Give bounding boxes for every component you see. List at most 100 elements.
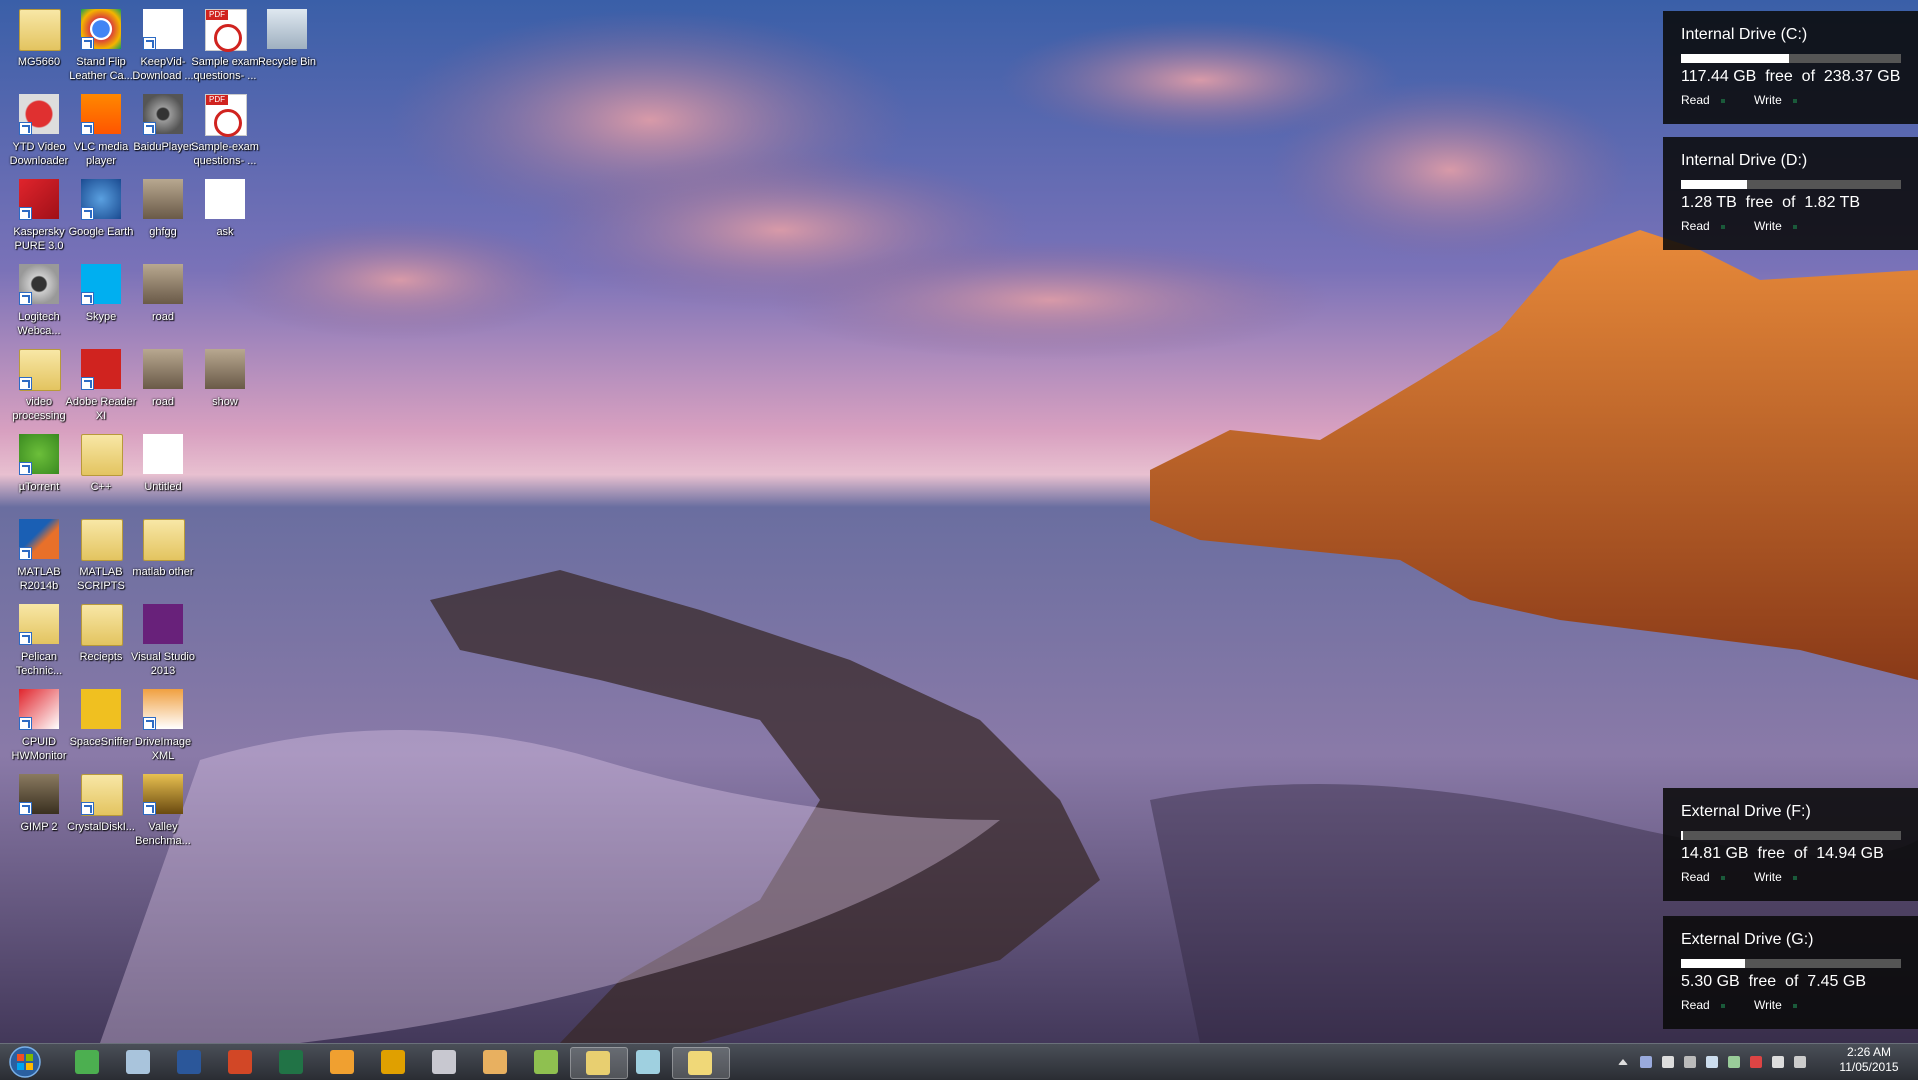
drive-gadget[interactable]: Internal Drive (C:) 117.44 GB free of 238… <box>1663 11 1918 124</box>
network-device-icon[interactable] <box>1684 1056 1696 1068</box>
taskbar-button[interactable] <box>519 1047 575 1077</box>
write-label: Write <box>1754 870 1782 884</box>
taskbar-button[interactable] <box>213 1047 269 1077</box>
notepad-plus-taskbar-icon <box>534 1050 558 1074</box>
shortcut-arrow-icon <box>19 377 32 390</box>
shortcut-arrow-icon <box>81 122 94 135</box>
read-activity-led <box>1721 876 1725 880</box>
taskbar-button[interactable] <box>570 1047 628 1079</box>
explorer-taskbar-icon <box>586 1051 610 1075</box>
desktop-icon-label: road <box>151 311 175 323</box>
start-button[interactable] <box>4 1045 46 1079</box>
read-label: Read <box>1681 93 1710 107</box>
security-icon[interactable] <box>1750 1056 1762 1068</box>
desktop-icon-label: matlab other <box>132 566 194 578</box>
clock-time: 2:26 AM <box>1846 1045 1892 1059</box>
drive-gadget[interactable]: External Drive (F:) 14.81 GB free of 14.9… <box>1663 788 1918 901</box>
taskbar-button[interactable] <box>468 1047 524 1077</box>
puzzle-icon <box>81 689 121 729</box>
taskbar-button[interactable] <box>315 1047 371 1077</box>
drive-gadget[interactable]: External Drive (G:) 5.30 GB free of 7.45 … <box>1663 916 1918 1029</box>
drive-title: Internal Drive (C:) <box>1681 26 1808 43</box>
network-icon[interactable] <box>1794 1056 1806 1068</box>
clock-date: 11/05/2015 <box>1839 1060 1899 1074</box>
droplet-icon[interactable] <box>1640 1056 1652 1068</box>
image-icon <box>143 349 183 389</box>
show-hidden-icons-icon[interactable] <box>1618 1059 1628 1065</box>
desktop-icon-label: Valley Benchma... <box>135 821 191 847</box>
desktop-icon-label: Untitled <box>144 481 182 493</box>
taskbar-button[interactable] <box>621 1047 677 1077</box>
taskbar-button[interactable] <box>162 1047 218 1077</box>
shortcut-arrow-icon <box>19 462 32 475</box>
write-label: Write <box>1754 219 1782 233</box>
folder-icon <box>81 434 123 476</box>
drive-usage-bar <box>1681 54 1901 63</box>
action-center-flag-icon[interactable] <box>1662 1056 1674 1068</box>
shortcut-arrow-icon <box>81 37 94 50</box>
visual-studio-icon <box>143 604 183 644</box>
drive-title: External Drive (G:) <box>1681 931 1814 948</box>
folder-taskbar-icon <box>688 1051 712 1075</box>
drive-size-text: 5.30 GB free of 7.45 GB <box>1681 973 1866 990</box>
image-icon <box>143 179 183 219</box>
shortcut-arrow-icon <box>81 802 94 815</box>
pdf-icon: PDF <box>205 9 247 52</box>
folder-icon <box>81 519 123 561</box>
taskbar <box>0 1043 1918 1080</box>
paint-taskbar-icon <box>483 1050 507 1074</box>
desktop-wallpaper <box>0 0 1918 1079</box>
read-label: Read <box>1681 870 1710 884</box>
folder-icon <box>19 9 61 51</box>
desktop-icon[interactable]: Valley Benchma... <box>124 768 202 870</box>
write-activity-led <box>1793 876 1797 880</box>
media-player-taskbar-icon <box>330 1050 354 1074</box>
document-icon <box>143 434 183 474</box>
shortcut-arrow-icon <box>143 802 156 815</box>
drive-usage-fill <box>1681 959 1745 968</box>
drive-usage-fill <box>1681 180 1747 189</box>
powerpoint-taskbar-icon <box>228 1050 252 1074</box>
desktop-icon-label: Sample-exam questions- ... <box>191 141 259 167</box>
shortcut-arrow-icon <box>81 292 94 305</box>
taskbar-button[interactable] <box>111 1047 167 1077</box>
safely-remove-icon[interactable] <box>1706 1056 1718 1068</box>
taskbar-clock[interactable]: 2:26 AM 11/05/2015 <box>1826 1045 1912 1075</box>
drive-title: External Drive (F:) <box>1681 803 1811 820</box>
read-label: Read <box>1681 998 1710 1012</box>
pdf-icon: PDF <box>205 94 247 137</box>
drive-title: Internal Drive (D:) <box>1681 152 1808 169</box>
shortcut-arrow-icon <box>143 717 156 730</box>
desktop-icon-label: DriveImage XML <box>134 736 192 762</box>
battery-icon[interactable] <box>1728 1056 1740 1068</box>
calculator-taskbar-icon <box>126 1050 150 1074</box>
read-activity-led <box>1721 225 1725 229</box>
shortcut-arrow-icon <box>19 632 32 645</box>
drive-size-text: 117.44 GB free of 238.37 GB <box>1681 68 1901 85</box>
write-activity-led <box>1793 1004 1797 1008</box>
text-file-icon <box>205 179 245 219</box>
drive-usage-bar <box>1681 959 1901 968</box>
taskbar-button[interactable] <box>60 1047 116 1077</box>
drive-usage-bar <box>1681 180 1901 189</box>
shortcut-arrow-icon <box>81 377 94 390</box>
taskbar-button[interactable] <box>672 1047 730 1079</box>
taskbar-button[interactable] <box>366 1047 422 1077</box>
recycle-bin-icon <box>267 9 307 49</box>
write-label: Write <box>1754 998 1782 1012</box>
taskbar-button[interactable] <box>417 1047 473 1077</box>
drive-usage-fill <box>1681 831 1684 840</box>
snipping-tool-taskbar-icon <box>432 1050 456 1074</box>
drive-gadget[interactable]: Internal Drive (D:) 1.28 TB free of 1.82 … <box>1663 137 1918 250</box>
volume-icon[interactable] <box>1772 1056 1784 1068</box>
taskbar-button[interactable] <box>264 1047 320 1077</box>
excel-taskbar-icon <box>279 1050 303 1074</box>
windows-start-orb-icon <box>9 1046 41 1078</box>
shortcut-arrow-icon <box>19 547 32 560</box>
shortcut-arrow-icon <box>81 207 94 220</box>
folder-icon <box>143 519 185 561</box>
drive-size-text: 14.81 GB free of 14.94 GB <box>1681 845 1884 862</box>
drive-usage-bar <box>1681 831 1901 840</box>
shortcut-arrow-icon <box>19 717 32 730</box>
read-activity-led <box>1721 99 1725 103</box>
